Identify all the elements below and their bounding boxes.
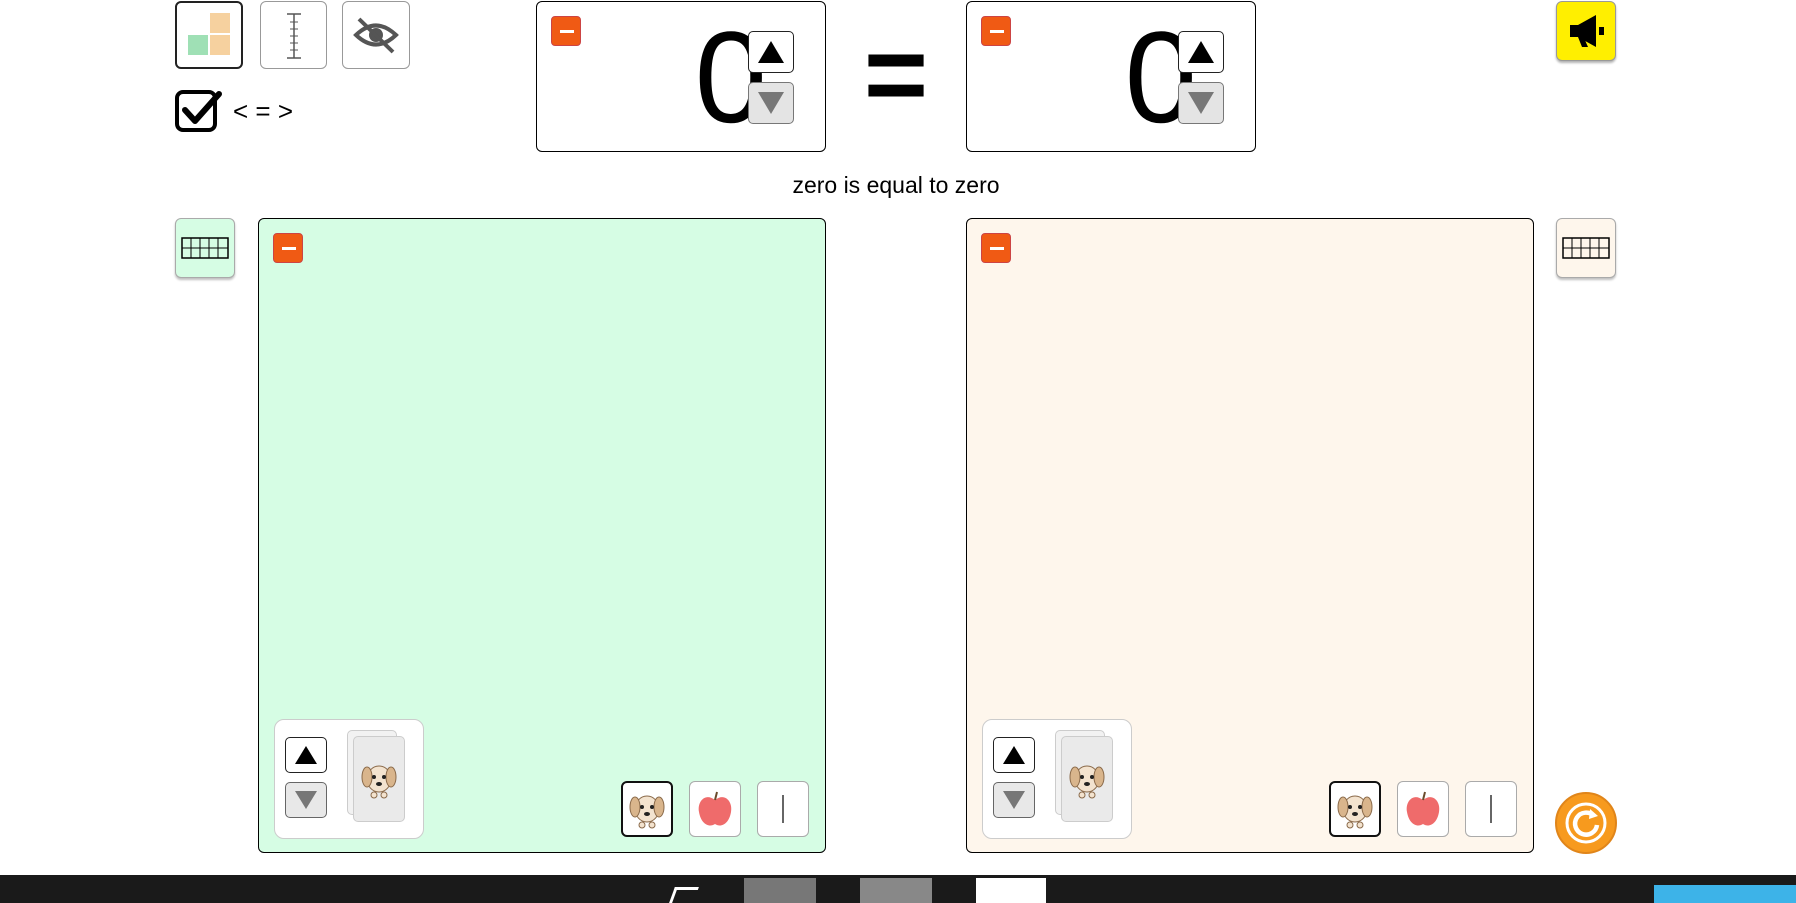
checkmark-icon [175, 90, 222, 132]
right-stack-cards[interactable] [1055, 730, 1113, 828]
app-thumbnail-3[interactable] [976, 878, 1046, 903]
apple-icon [698, 791, 732, 826]
right-stack-up-button[interactable] [993, 737, 1035, 773]
speaker-icon [1570, 15, 1604, 47]
arrow-down-icon [1188, 92, 1214, 114]
speak-button[interactable] [1556, 1, 1616, 61]
ten-frame-icon [181, 237, 229, 259]
left-apple-choice[interactable] [689, 781, 741, 837]
left-workspace-minus-button[interactable] [273, 233, 303, 263]
left-counter: 0 [536, 1, 826, 152]
left-counter-down-button[interactable] [748, 82, 794, 124]
reset-icon [1565, 802, 1607, 844]
apple-icon [1406, 791, 1440, 826]
left-tally-choice[interactable] [757, 781, 809, 837]
right-ten-frame-button[interactable] [1556, 218, 1616, 278]
puppy-icon [629, 795, 665, 829]
left-counter-minus-button[interactable] [551, 16, 581, 46]
tally-icon [782, 795, 784, 823]
right-puppy-choice[interactable] [1329, 781, 1381, 837]
left-ten-frame-button[interactable] [175, 218, 235, 278]
left-counter-up-button[interactable] [748, 31, 794, 73]
home-icon[interactable] [669, 887, 699, 903]
right-counter-minus-button[interactable] [981, 16, 1011, 46]
logo-icon [1654, 885, 1796, 903]
right-stack-palette [982, 719, 1132, 839]
numberline-icon [287, 13, 301, 59]
right-tally-choice[interactable] [1465, 781, 1517, 837]
right-apple-choice[interactable] [1397, 781, 1449, 837]
left-puppy-choice[interactable] [621, 781, 673, 837]
left-stack-cards[interactable] [347, 730, 405, 828]
arrow-up-icon [295, 746, 317, 764]
blocks-icon [188, 13, 230, 55]
app-thumbnail-2[interactable] [860, 878, 932, 903]
reset-button[interactable] [1555, 792, 1617, 854]
tally-icon [1490, 795, 1492, 823]
arrow-up-icon [1003, 746, 1025, 764]
relation-symbol: = [863, 13, 929, 136]
bottom-bar [0, 875, 1796, 903]
right-stack-down-button[interactable] [993, 782, 1035, 818]
right-counter-down-button[interactable] [1178, 82, 1224, 124]
arrow-down-icon [295, 791, 317, 809]
left-stack-palette [274, 719, 424, 839]
compare-label: < = > [233, 96, 293, 126]
compare-checkbox[interactable] [175, 88, 222, 132]
arrow-down-icon [1003, 791, 1025, 809]
left-stack-up-button[interactable] [285, 737, 327, 773]
left-workspace[interactable] [258, 218, 826, 853]
ten-frame-icon [1562, 237, 1610, 259]
puppy-icon [1069, 765, 1105, 799]
blocks-mode-button[interactable] [175, 1, 243, 69]
right-workspace-minus-button[interactable] [981, 233, 1011, 263]
hide-mode-button[interactable] [342, 1, 410, 69]
comparison-sentence: zero is equal to zero [792, 172, 1000, 198]
puppy-icon [361, 765, 397, 799]
right-workspace[interactable] [966, 218, 1534, 853]
arrow-up-icon [758, 41, 784, 63]
left-stack-down-button[interactable] [285, 782, 327, 818]
left-counter-value: 0 [694, 4, 767, 150]
eye-slash-icon [353, 17, 399, 54]
numberline-mode-button[interactable] [260, 1, 327, 69]
right-counter: 0 [966, 1, 1256, 152]
right-counter-value: 0 [1124, 4, 1197, 150]
arrow-up-icon [1188, 41, 1214, 63]
arrow-down-icon [758, 92, 784, 114]
right-counter-up-button[interactable] [1178, 31, 1224, 73]
app-thumbnail-1[interactable] [744, 878, 816, 903]
puppy-icon [1337, 795, 1373, 829]
